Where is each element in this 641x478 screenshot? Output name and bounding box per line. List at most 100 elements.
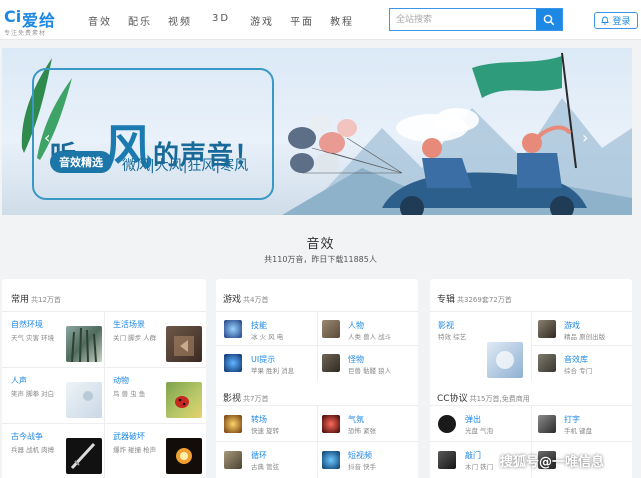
category-desc: 关门 脚步 人群 — [113, 334, 157, 342]
album-film[interactable]: 影视 特效 综艺 — [430, 312, 531, 381]
card-video-count: 共7万首 — [243, 395, 269, 403]
search-button[interactable] — [536, 9, 562, 30]
nav-item-graphic[interactable]: 平面 — [290, 13, 314, 28]
login-button[interactable]: 登录 — [594, 12, 638, 29]
search-input[interactable] — [390, 9, 536, 30]
category-title: 技能 — [251, 321, 267, 330]
nav-item-game[interactable]: 游戏 — [250, 13, 274, 28]
section-title: 音效 — [306, 237, 335, 252]
nav-item-video[interactable]: 视频 — [168, 13, 192, 28]
nav-item-music[interactable]: 配乐 — [128, 13, 152, 28]
card-common-header: 常用 共12万首 — [11, 292, 61, 305]
logo-mark: Ci — [4, 7, 22, 26]
hero-banner[interactable]: 听，风的声音！ 音效精选 微风|大风|狂风|寒风 ‹ › — [2, 48, 632, 215]
category-title: 自然环境 — [11, 320, 43, 329]
banner-prev-arrow[interactable]: ‹ — [44, 128, 50, 147]
card-album-title: 专辑 — [437, 295, 456, 305]
explosion-thumbnail — [166, 438, 202, 474]
watermark: 搜狐号@一唯信息 — [500, 455, 605, 470]
search-box — [389, 8, 563, 31]
category-title: 怪物 — [348, 355, 364, 364]
category-title: 生活场景 — [113, 320, 145, 329]
category-title: 人物 — [348, 321, 364, 330]
category-desc: 手机 键盘 — [564, 427, 593, 435]
card-common-title: 常用 — [11, 295, 30, 305]
category-desc: 人类 兽人 战斗 — [348, 333, 392, 341]
category-title: 人声 — [11, 376, 27, 385]
nav-item-tutorial[interactable]: 教程 — [330, 13, 354, 28]
category-title: 弹出 — [465, 415, 481, 424]
category-weapon[interactable]: 武器破坏 爆炸 碰撞 枪声 — [105, 424, 206, 478]
cc-popup[interactable]: 弹出 光盘 气泡 — [430, 406, 531, 441]
voice-thumbnail — [66, 382, 102, 418]
album-game[interactable]: 游戏 精品 原创出版 — [532, 312, 632, 345]
category-voice[interactable]: 人声 笑声 脚拳 对白 — [2, 368, 104, 423]
character-icon — [322, 320, 340, 338]
category-animal[interactable]: 动物 鸟 兽 虫 鱼 — [105, 368, 206, 423]
main-nav: 音效 配乐 视频 3D 游戏 平面 教程 — [88, 13, 370, 28]
card-common: 常用 共12万首 自然环境 天气 灾害 环境 生活场景 关门 脚步 人群 人声 笑… — [2, 279, 206, 478]
game-character[interactable]: 人物 人类 兽人 战斗 — [318, 312, 418, 345]
category-title: 音效库 — [564, 355, 588, 364]
album-library[interactable]: 音效库 综合 专门 — [532, 346, 632, 379]
category-desc: 木门 铁门 — [465, 463, 494, 471]
card-game-count: 共4万首 — [243, 296, 269, 304]
forest-thumbnail — [66, 326, 102, 362]
ladybug-thumbnail — [166, 382, 202, 418]
game-monster[interactable]: 怪物 巨兽 骷髅 狼人 — [318, 346, 418, 379]
site-logo[interactable]: Ci 爱给 专注免费素材 — [4, 4, 74, 37]
bell-icon — [601, 16, 610, 25]
album-film-thumbnail — [487, 342, 523, 378]
monster-icon — [322, 354, 340, 372]
card-album: 专辑 共3269套72万首 影视 特效 综艺 游戏 精品 原创出版 音效库 综合 … — [430, 279, 632, 478]
category-life[interactable]: 生活场景 关门 脚步 人群 — [105, 312, 206, 367]
category-title: 气氛 — [348, 415, 364, 424]
category-desc: 巨兽 骷髅 狼人 — [348, 367, 392, 375]
category-desc: 笑声 脚拳 对白 — [11, 390, 55, 398]
category-desc: 爆炸 碰撞 枪声 — [113, 446, 157, 454]
short-video-icon — [322, 451, 340, 469]
category-title: 古今战争 — [11, 432, 43, 441]
card-cc-title: CC协议 — [437, 394, 468, 404]
transition-icon — [224, 415, 242, 433]
game-skill[interactable]: 技能 冰 火 风 电 — [216, 312, 317, 345]
video-mood[interactable]: 气氛 恐怖 紧张 — [318, 406, 418, 441]
category-title: 影视 — [438, 321, 454, 330]
video-transition[interactable]: 转场 快速 旋转 — [216, 406, 317, 441]
category-desc: 古典 管弦 — [251, 463, 280, 471]
mood-icon — [322, 415, 340, 433]
banner-next-arrow[interactable]: › — [582, 128, 588, 147]
search-icon — [543, 14, 555, 25]
video-short[interactable]: 短视频 抖音 快手 — [318, 442, 418, 477]
room-thumbnail — [166, 326, 202, 362]
video-loop[interactable]: 循环 古典 管弦 — [216, 442, 317, 477]
category-title: 打字 — [564, 415, 580, 424]
category-title: 游戏 — [564, 321, 580, 330]
card-common-count: 共12万首 — [31, 296, 61, 304]
nav-item-3d[interactable]: 3D — [212, 13, 230, 28]
keyboard-icon — [538, 415, 556, 433]
game-ui[interactable]: UI提示 苹果 胜利 消息 — [216, 346, 317, 379]
card-cc-count: 共15万首,免费商用 — [469, 395, 530, 403]
category-desc: 精品 原创出版 — [564, 333, 606, 341]
category-title: 短视频 — [348, 451, 372, 460]
category-title: 武器破坏 — [113, 432, 145, 441]
card-game-title: 游戏 — [223, 295, 242, 305]
category-title: UI提示 — [251, 355, 276, 364]
section-subtitle: 共110万音，昨日下载11885人 — [264, 255, 377, 264]
album-library-icon — [538, 354, 556, 372]
category-title: 循环 — [251, 451, 267, 460]
category-desc: 天气 灾害 环境 — [11, 334, 55, 342]
card-video-header: 影视 共7万首 — [223, 391, 268, 404]
cc-typing[interactable]: 打字 手机 键盘 — [532, 406, 632, 441]
card-game: 游戏 共4万首 技能 冰 火 风 电 人物 人类 兽人 战斗 UI提示 苹果 胜利… — [216, 279, 418, 478]
card-album-header: 专辑 共3269套72万首 — [437, 292, 512, 305]
category-nature[interactable]: 自然环境 天气 灾害 环境 — [2, 312, 104, 367]
loop-icon — [224, 451, 242, 469]
banner-tag: 音效精选 — [50, 151, 112, 173]
category-desc: 光盘 气泡 — [465, 427, 494, 435]
logo-slogan: 专注免费素材 — [4, 30, 47, 37]
nav-item-sound[interactable]: 音效 — [88, 13, 112, 28]
category-desc: 特效 综艺 — [438, 333, 467, 341]
category-war[interactable]: 古今战争 兵器 战机 肉搏 — [2, 424, 104, 478]
